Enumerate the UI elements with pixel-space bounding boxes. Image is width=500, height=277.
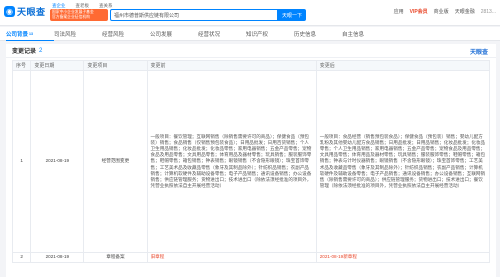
col-date: 变更日期	[30, 60, 85, 71]
row-item: 经营范围变更	[83, 70, 148, 253]
table-header-row: 序号 变更日期 变更项目 变更前 变更后	[11, 60, 491, 71]
company-tabs: 公司背景 13 司法风险 经营风险 公司发展 经营状况 知识产权 历史信息 自主信…	[0, 27, 500, 41]
search-button-label: 天眼一下	[281, 12, 302, 19]
nav-vip[interactable]: VIP会员	[410, 8, 428, 15]
tab-judicial-risk[interactable]: 司法风险	[54, 27, 102, 41]
tab-label: 经营风险	[102, 32, 125, 38]
top-header: ◉ 天眼查 查企业 查老板 查关系 国家中小企业发展子基金 官方备案企业征信机构…	[0, 0, 500, 26]
watermark-brand: 天眼查	[469, 50, 488, 56]
row-item: 章程备案	[83, 252, 148, 263]
nav-business[interactable]: 商业版	[434, 8, 449, 15]
logo-text: 天眼查	[17, 6, 46, 17]
change-record-table: 序号 变更日期 变更项目 变更前 变更后 1 2021-08-19 经营范围变更…	[11, 60, 491, 263]
tab-badge: 13	[29, 31, 33, 36]
nav-app[interactable]: 应用	[394, 8, 404, 15]
search-button[interactable]: 天眼一下	[278, 9, 306, 21]
col-index: 序号	[11, 60, 32, 71]
tab-operation-risk[interactable]: 经营风险	[102, 27, 150, 41]
tab-history-info[interactable]: 历史信息	[294, 27, 342, 41]
tab-label: 公司背景	[6, 31, 29, 38]
tab-company-development[interactable]: 公司发展	[150, 27, 198, 41]
promo-line-2: 官方备案企业征信机构	[52, 15, 90, 19]
tab-label: 知识产权	[246, 32, 269, 38]
row-after[interactable]: 2021-08-19新章程	[315, 252, 491, 263]
panel-count: 2	[39, 47, 43, 54]
header-nav: 应用 VIP会员 商业版 天眼金融 2813...	[394, 8, 496, 16]
row-index: 1	[11, 70, 32, 253]
tab-company-background[interactable]: 公司背景 13	[6, 27, 54, 41]
eye-logo-icon: ◉	[4, 5, 15, 17]
promo-banner: 国家中小企业发展子基金 官方备案企业征信机构	[50, 9, 108, 21]
table-row: 1 2021-08-19 经营范围变更 一般项目：餐饮管理；互联网销售（除销售需…	[11, 70, 491, 253]
tab-label: 公司发展	[150, 32, 173, 38]
row-date: 2021-08-19	[30, 252, 85, 263]
row-before[interactable]: 旧章程	[146, 252, 317, 263]
tab-label: 历史信息	[294, 32, 317, 38]
tab-self-info[interactable]: 自主信息	[342, 27, 390, 41]
tab-label: 自主信息	[342, 32, 365, 38]
row-index: 2	[11, 252, 32, 263]
tab-operation-status[interactable]: 经营状况	[198, 27, 246, 41]
nav-finance[interactable]: 天眼金融	[455, 8, 475, 15]
row-date: 2021-08-19	[30, 70, 85, 253]
table-row: 2 2021-08-19 章程备案 旧章程 2021-08-19新章程	[11, 252, 491, 263]
nav-user[interactable]: 2813...	[481, 9, 496, 15]
search-input[interactable]: 福州市德普斯供应链有限公司	[110, 9, 278, 21]
row-after: 一般项目：食品经营（销售预包装食品）；保健食品（预包装）销售；婴幼儿配方乳粉及其…	[315, 70, 491, 253]
col-item: 变更项目	[83, 60, 148, 71]
col-after: 变更后	[315, 60, 491, 71]
tab-label: 司法风险	[54, 32, 77, 38]
change-record-panel: 变更记录 2 天眼查 序号 变更日期 变更项目 变更前 变更后 1 2021-0…	[6, 44, 496, 277]
tab-intellectual-property[interactable]: 知识产权	[246, 27, 294, 41]
row-before: 一般项目：餐饮管理；互联网销售（除销售需要许可的商品）；保健食品（预包装）销售；…	[146, 70, 317, 253]
col-before: 变更前	[146, 60, 317, 71]
panel-header: 变更记录 2	[6, 44, 496, 58]
tab-label: 经营状况	[198, 32, 221, 38]
logo[interactable]: ◉ 天眼查	[4, 4, 46, 18]
panel-title: 变更记录	[12, 49, 37, 55]
